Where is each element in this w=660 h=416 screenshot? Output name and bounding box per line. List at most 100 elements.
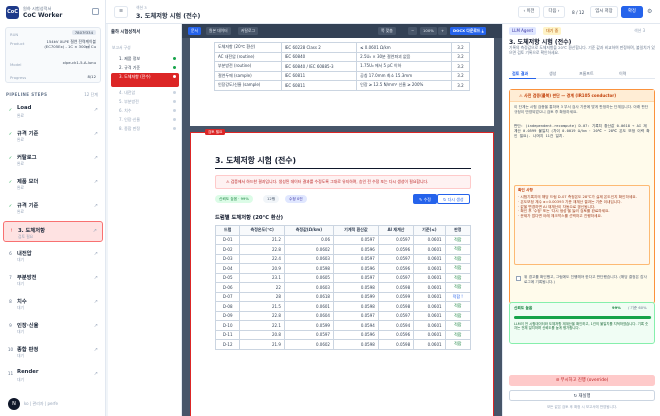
sidebar-toggle-icon[interactable]: [92, 8, 99, 15]
outline-item[interactable]: 3. 도체저항 (전수): [111, 73, 179, 87]
fit-page-button[interactable]: 쪽 맞춤: [378, 27, 396, 35]
pipeline-step[interactable]: 9 인장·신율 대기 ↗: [3, 317, 103, 338]
pipeline-step[interactable]: ! 3. 도체저항 검토 필요 ↗: [3, 221, 103, 242]
outline-item-label: 1. 제품 정보: [119, 56, 141, 61]
outline-item[interactable]: 7. 인장·신율: [111, 116, 179, 124]
step-status: 대기: [17, 353, 24, 358]
column-header: 측정값(Ω/km): [283, 225, 334, 236]
open-link-icon[interactable]: ↗: [93, 228, 97, 234]
zoom-in-button[interactable]: +: [438, 27, 448, 35]
table-cell: D-11: [214, 329, 241, 340]
active-tab-indicator: [509, 77, 536, 79]
step-name: 규격 기준: [17, 203, 39, 209]
pipeline-step[interactable]: 11 Render 대기 ↗: [3, 365, 103, 386]
open-link-icon[interactable]: ↗: [94, 203, 98, 209]
verdict-cell[interactable]: 적합: [444, 301, 472, 312]
confidence-description: LLM이 전 시험데이터와 도체저항 재계산을 확인하고, 1건의 불일치를 지…: [514, 322, 649, 331]
tab-generate[interactable]: 생성: [549, 71, 556, 77]
open-link-icon[interactable]: ↗: [94, 275, 98, 281]
pipeline-step[interactable]: 8 치수 대기 ↗: [3, 293, 103, 314]
outline-item[interactable]: 2. 규격 기준: [111, 64, 179, 72]
verdict-cell[interactable]: 적합: [444, 320, 472, 331]
table-cell: 3.2: [450, 61, 471, 72]
next-button[interactable]: 다음 ›: [543, 6, 565, 18]
step-status: 완료: [17, 113, 24, 118]
verdict-cell[interactable]: 적합: [444, 339, 472, 350]
step-status-icon: 7: [9, 275, 12, 280]
pipeline-step[interactable]: ✓ 규격 기준 완료 ↗: [3, 197, 103, 218]
step-name: 3. 도체저항: [18, 228, 46, 234]
save-draft-button[interactable]: 임시 저장: [590, 6, 618, 18]
verdict-cell[interactable]: 적합: [444, 253, 472, 264]
pipeline-step[interactable]: 10 종합 판정 대기 ↗: [3, 341, 103, 362]
verdict-cell[interactable]: 적합: [444, 244, 472, 255]
verdict-cell[interactable]: 적합: [444, 282, 472, 293]
open-link-icon[interactable]: ↗: [94, 155, 98, 161]
tab-review[interactable]: 검토 결과: [512, 71, 528, 77]
pipeline-step[interactable]: 7 부분방전 대기 ↗: [3, 269, 103, 290]
run-info: RUN 7807f334 Product 154kV XLPE 절연 전력케이블…: [5, 27, 101, 83]
step-status: 완료: [17, 137, 24, 142]
verdict-cell[interactable]: 적합: [444, 272, 472, 283]
verdict-cell[interactable]: 적합: [444, 310, 472, 321]
open-link-icon[interactable]: ↗: [94, 179, 98, 185]
table-cell: D-12: [214, 339, 241, 350]
menu-icon[interactable]: ☰: [114, 6, 128, 18]
run-key: RUN: [10, 32, 19, 37]
table-cell: 0.0605: [283, 272, 334, 283]
table-cell: 0.0601: [413, 320, 446, 331]
pipeline-step[interactable]: ✓ Load 완료 ↗: [3, 101, 103, 122]
open-link-icon[interactable]: ↗: [94, 299, 98, 305]
prev-button[interactable]: ‹ 이전: [518, 6, 540, 18]
pipeline-step[interactable]: ✓ 제품 모더 완료 ↗: [3, 173, 103, 194]
tab-raw-data[interactable]: 원본 데이터: [206, 27, 231, 35]
outline-item[interactable]: 1. 제품 정보: [111, 55, 179, 63]
table-cell: 0.0601: [413, 234, 446, 245]
docx-download-button[interactable]: DOCX 다운로드 ⤓: [450, 27, 487, 35]
document-viewer: 문서 원본 데이터 커탈로그 쪽 맞춤 − 100% + DOCX 다운로드 ⤓…: [182, 24, 502, 416]
open-link-icon[interactable]: ↗: [94, 107, 98, 113]
tab-history[interactable]: 이력: [619, 71, 626, 77]
brand-title: CoC Worker: [23, 12, 63, 19]
outline-status-dot: [173, 75, 176, 78]
outline-item[interactable]: 4. 내전압: [111, 89, 179, 97]
user-avatar[interactable]: N: [8, 398, 20, 410]
zoom-out-button[interactable]: −: [408, 27, 418, 35]
table-cell: 0.0597: [377, 272, 415, 283]
acknowledge-checkbox[interactable]: [516, 276, 521, 281]
check-items-title: 확인 사항: [518, 188, 533, 192]
verdict-cell[interactable]: 적합 !: [444, 291, 472, 302]
table-cell: 0.0596: [332, 263, 379, 274]
open-link-icon[interactable]: ↗: [94, 323, 98, 329]
pipeline-step[interactable]: ✓ 커탈로그 완료 ↗: [3, 149, 103, 170]
open-link-icon[interactable]: ↗: [94, 131, 98, 137]
table-cell: 0.0598: [332, 301, 379, 312]
gear-icon[interactable]: ⚙: [647, 8, 652, 15]
table-cell: 20.9: [239, 263, 285, 274]
verdict-cell[interactable]: 적합: [444, 263, 472, 274]
edit-button[interactable]: ✎ 수정: [413, 194, 437, 204]
table-cell: 도체저항 (20℃ 환산): [214, 42, 282, 53]
override-button[interactable]: ⊘ 무시하고 진행 (override): [509, 375, 655, 386]
table-cell: 22.1: [239, 320, 285, 331]
tab-document[interactable]: 문서: [188, 27, 201, 35]
tab-catalog[interactable]: 커탈로그: [238, 27, 258, 35]
verdict-cell[interactable]: 적합: [444, 234, 472, 245]
outline-item[interactable]: 8. 종합 판정: [111, 125, 179, 133]
open-link-icon[interactable]: ↗: [94, 371, 98, 377]
open-link-icon[interactable]: ↗: [94, 347, 98, 353]
pipeline-step[interactable]: ✓ 규격 기준 완료 ↗: [3, 125, 103, 146]
regenerate-button[interactable]: ↻ 다시 생성: [437, 194, 470, 204]
table-row: D-10 22.1 0.0599 0.0594 0.0594 0.0601 적합: [214, 320, 472, 331]
acknowledge-label: 위 경고를 확인했고, 그럼에도 진행해야 한다고 판단했습니다. (해당 결정…: [524, 275, 647, 284]
pipeline-step[interactable]: 6 내전압 대기 ↗: [3, 245, 103, 266]
outline-item[interactable]: 5. 부분방전: [111, 98, 179, 106]
open-link-icon[interactable]: ↗: [94, 251, 98, 257]
rerun-button[interactable]: ↻ 재실행: [509, 390, 655, 401]
verdict-cell[interactable]: 적합: [444, 329, 472, 340]
table-cell: 0.0594: [377, 320, 415, 331]
confirm-button[interactable]: 확정: [621, 6, 643, 18]
tab-prompt[interactable]: 프롬프트: [579, 71, 594, 77]
outline-item[interactable]: 6. 치수: [111, 107, 179, 115]
table-cell: 0.0601: [413, 263, 446, 274]
